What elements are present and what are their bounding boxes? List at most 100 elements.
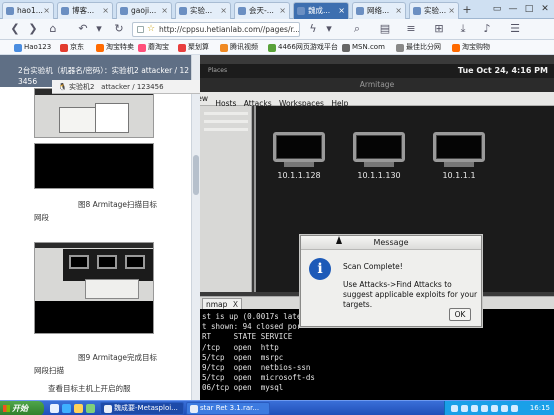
bookmark-juhuasuan[interactable]: 聚划算 (178, 41, 209, 54)
notification-icon[interactable] (511, 405, 518, 412)
tab-lab-2[interactable]: 实验... × (409, 2, 459, 19)
info-icon: i (309, 258, 331, 280)
page-info-icon (137, 26, 144, 33)
linux-penguin-icon: 🐧 (58, 83, 69, 91)
dropdown-icon[interactable]: ▾ (322, 22, 336, 36)
refresh-icon[interactable]: ↻ (112, 22, 126, 36)
dialog-title: Message (301, 236, 481, 250)
module-browser[interactable] (200, 106, 252, 292)
jd-icon (60, 44, 68, 52)
bookmark-tencent-video[interactable]: 腾讯视频 (220, 41, 258, 54)
volume-icon[interactable] (461, 405, 468, 412)
bookmark-taobao-sale[interactable]: 淘宝特卖 (96, 41, 134, 54)
tab-close-icon[interactable]: × (395, 3, 402, 18)
undo-icon[interactable]: ↶ (76, 22, 90, 36)
tab-blog[interactable]: 博客... × (57, 2, 113, 19)
bookmark-star-icon[interactable]: ☆ (147, 23, 155, 36)
figure-9-caption: 图9 Armitage完成目标 (78, 353, 158, 362)
browser-icon[interactable] (86, 404, 95, 413)
bookmark-taobao-shopping[interactable]: 淘宝购物 (452, 41, 490, 54)
bookmark-hao123[interactable]: Hao123 (14, 41, 51, 54)
tab-close-icon[interactable]: × (43, 3, 50, 18)
browser-tab-bar: hao1... × 博客... × gaoji... × 实验... × 会天-... ×… (0, 0, 554, 19)
redo-menu-icon[interactable]: ▾ (92, 22, 106, 36)
tab-gaoji[interactable]: gaoji... × (116, 2, 172, 19)
notes-icon[interactable]: ≡ (404, 22, 418, 36)
host-10-1-1-130[interactable]: 10.1.1.130 (344, 132, 414, 180)
tab-favicon-icon (297, 7, 305, 15)
tencent-video-icon (220, 44, 228, 52)
address-bar[interactable]: ☆ http://cppsu.hetianlab.com//pages/r... (132, 22, 300, 37)
download-icon[interactable]: ⤓ (456, 22, 470, 36)
tab-network[interactable]: 网络... × (352, 2, 406, 19)
computer-monitor-icon (353, 132, 405, 162)
scores-icon (396, 44, 404, 52)
forward-button[interactable]: ❯ (26, 22, 40, 36)
menu-icon[interactable]: ☰ (508, 22, 522, 36)
dialog-heading: Scan Complete! (343, 262, 403, 271)
host-10-1-1-128[interactable]: 10.1.1.128 (264, 132, 334, 180)
vm-clock[interactable]: Tue Oct 24, 4:16 PM (458, 64, 548, 78)
show-desktop-icon[interactable] (50, 404, 59, 413)
battery-icon[interactable] (501, 405, 508, 412)
left-panel-scrollbar[interactable] (191, 55, 200, 400)
taskbar-item-archive[interactable]: star Ret 3.1.rar... (186, 402, 270, 415)
ie-icon[interactable] (62, 404, 71, 413)
taskbar-item-browser[interactable]: 魏成要-Metasploi... (100, 402, 184, 415)
bookmark-msn[interactable]: MSN.com (342, 41, 385, 54)
lightning-icon[interactable]: ϟ (306, 22, 320, 36)
browser-toolbar: ❮ ❯ ⌂ ↶ ▾ ↻ ☆ http://cppsu.hetianlab.com… (0, 19, 554, 40)
ok-button[interactable]: OK (449, 308, 471, 321)
network-icon[interactable] (451, 405, 458, 412)
tab-favicon-icon (238, 7, 246, 15)
tab-hao123[interactable]: hao1... × (2, 2, 54, 19)
search-icon[interactable]: ⌕ (350, 22, 364, 36)
tab-huitian[interactable]: 会天-... × (234, 2, 290, 19)
security-icon[interactable] (471, 405, 478, 412)
folder-icon[interactable] (74, 404, 83, 413)
menu-view[interactable]: View (200, 92, 208, 106)
bell-icon[interactable]: ♪ (480, 22, 494, 36)
windows-taskbar: 开始 魏成要-Metasploi... star Ret 3.1.rar... … (0, 400, 554, 415)
extension-icon[interactable]: ▤ (378, 22, 392, 36)
bookmark-scores[interactable]: 最佳比分网 (396, 41, 441, 54)
tab-favicon-icon (413, 7, 421, 15)
message-dialog: Message i Scan Complete! Use Attacks->Fi… (300, 235, 482, 327)
update-icon[interactable] (491, 405, 498, 412)
start-button[interactable]: 开始 (0, 401, 44, 415)
places-menu[interactable]: Places (208, 64, 227, 78)
tab-favicon-icon (120, 7, 128, 15)
apps-grid-icon[interactable]: ⊞ (432, 22, 446, 36)
bookmark-mogu[interactable]: 蘑淘宝 (138, 41, 169, 54)
gnome-top-panel: Places Tue Oct 24, 4:16 PM (200, 64, 554, 78)
minimize-window-button[interactable]: — (506, 2, 520, 16)
host-10-1-1-1[interactable]: 10.1.1.1 (424, 132, 494, 180)
bookmark-4466[interactable]: 4466网页游戏平台 (268, 41, 338, 54)
armitage-menubar: View Hosts Attacks Workspaces Help (200, 92, 554, 108)
new-tab-button[interactable]: + (461, 3, 473, 17)
tab-close-icon[interactable]: × (220, 3, 227, 18)
screenshot-armitage-scan[interactable] (34, 88, 154, 138)
tab-lab-1[interactable]: 实验... × (175, 2, 231, 19)
tab-favicon-icon (61, 7, 69, 15)
back-button[interactable]: ❮ (8, 22, 22, 36)
tab-close-icon[interactable]: × (279, 3, 286, 18)
maximize-window-button[interactable]: □ (522, 2, 536, 16)
armitage-window-title: Armitage (200, 78, 554, 92)
tab-close-icon[interactable]: × (338, 3, 345, 18)
system-clock[interactable]: 16:15 (530, 401, 550, 415)
screenshot-armitage-scan-complete[interactable] (34, 242, 154, 334)
screenshot-armitage-console[interactable] (34, 143, 154, 189)
tab-close-icon[interactable]: × (161, 3, 168, 18)
tab-weicheng[interactable]: 魏成... × (293, 2, 349, 19)
home-icon[interactable]: ⌂ (46, 22, 60, 36)
bookmark-jd[interactable]: 京东 (60, 41, 84, 54)
scrollbar-thumb[interactable] (193, 155, 199, 195)
tab-close-icon[interactable]: × (448, 3, 455, 18)
taobao-shopping-icon (452, 44, 460, 52)
ime-icon[interactable] (481, 405, 488, 412)
tab-close-icon[interactable]: × (102, 3, 109, 18)
dialog-message: Use Attacks->Find Attacks to suggest app… (343, 280, 478, 309)
close-window-button[interactable]: ✕ (538, 2, 552, 16)
restore-window-button[interactable]: ▭ (490, 2, 504, 16)
